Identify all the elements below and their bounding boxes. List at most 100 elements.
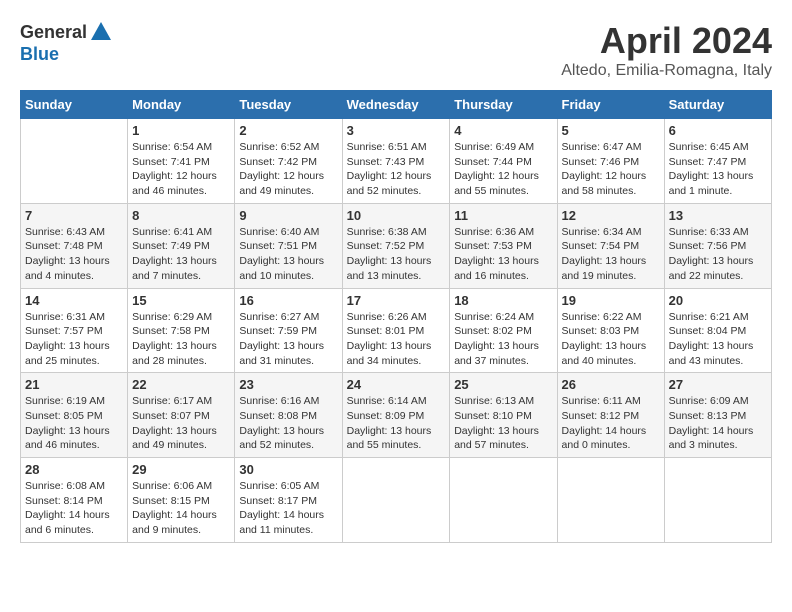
day-number: 15 <box>132 293 230 308</box>
day-info: Sunrise: 6:34 AM Sunset: 7:54 PM Dayligh… <box>562 225 660 284</box>
day-number: 20 <box>669 293 767 308</box>
calendar-day-cell: 10Sunrise: 6:38 AM Sunset: 7:52 PM Dayli… <box>342 203 450 288</box>
calendar-day-cell: 3Sunrise: 6:51 AM Sunset: 7:43 PM Daylig… <box>342 119 450 204</box>
calendar-day-cell: 2Sunrise: 6:52 AM Sunset: 7:42 PM Daylig… <box>235 119 342 204</box>
day-info: Sunrise: 6:49 AM Sunset: 7:44 PM Dayligh… <box>454 140 552 199</box>
calendar-day-cell: 13 Sunrise: 6:33 AM Sunset: 7:56 PM Dayli… <box>664 203 771 288</box>
day-number: 8 <box>132 208 230 223</box>
day-info: Sunrise: 6:06 AM Sunset: 8:15 PM Dayligh… <box>132 479 230 538</box>
calendar-week-row: 21 Sunrise: 6:19 AM Sunset: 8:05 PM Dayli… <box>21 373 772 458</box>
day-info: Sunrise: 6:43 AM Sunset: 7:48 PM Dayligh… <box>25 225 123 284</box>
day-info: Sunrise: 6:22 AM Sunset: 8:03 PM Dayligh… <box>562 310 660 369</box>
logo: General Blue <box>20 20 113 65</box>
calendar-day-cell: 14 Sunrise: 6:31 AM Sunset: 7:57 PM Dayli… <box>21 288 128 373</box>
calendar-week-row: 28Sunrise: 6:08 AM Sunset: 8:14 PM Dayli… <box>21 458 772 543</box>
day-number: 7 <box>25 208 123 223</box>
calendar-table: SundayMondayTuesdayWednesdayThursdayFrid… <box>20 90 772 543</box>
calendar-day-cell: 21 Sunrise: 6:19 AM Sunset: 8:05 PM Dayli… <box>21 373 128 458</box>
day-number: 6 <box>669 123 767 138</box>
calendar-day-cell: 15 Sunrise: 6:29 AM Sunset: 7:58 PM Dayli… <box>128 288 235 373</box>
day-number: 21 <box>25 377 123 392</box>
day-number: 13 <box>669 208 767 223</box>
day-info: Sunrise: 6:41 AM Sunset: 7:49 PM Dayligh… <box>132 225 230 284</box>
calendar-day-cell: 20 Sunrise: 6:21 AM Sunset: 8:04 PM Dayli… <box>664 288 771 373</box>
month-title: April 2024 <box>561 20 772 62</box>
calendar-day-cell: 19 Sunrise: 6:22 AM Sunset: 8:03 PM Dayli… <box>557 288 664 373</box>
day-info: Sunrise: 6:21 AM Sunset: 8:04 PM Dayligh… <box>669 310 767 369</box>
calendar-day-cell: 11 Sunrise: 6:36 AM Sunset: 7:53 PM Dayli… <box>450 203 557 288</box>
day-info: Sunrise: 6:09 AM Sunset: 8:13 PM Dayligh… <box>669 394 767 453</box>
day-info: Sunrise: 6:14 AM Sunset: 8:09 PM Dayligh… <box>347 394 446 453</box>
calendar-day-cell: 25 Sunrise: 6:13 AM Sunset: 8:10 PM Dayli… <box>450 373 557 458</box>
calendar-day-cell <box>557 458 664 543</box>
weekday-header: Monday <box>128 91 235 119</box>
day-info: Sunrise: 6:51 AM Sunset: 7:43 PM Dayligh… <box>347 140 446 199</box>
calendar-day-cell: 29Sunrise: 6:06 AM Sunset: 8:15 PM Dayli… <box>128 458 235 543</box>
day-info: Sunrise: 6:33 AM Sunset: 7:56 PM Dayligh… <box>669 225 767 284</box>
calendar-day-cell: 18 Sunrise: 6:24 AM Sunset: 8:02 PM Dayli… <box>450 288 557 373</box>
calendar-day-cell: 27 Sunrise: 6:09 AM Sunset: 8:13 PM Dayli… <box>664 373 771 458</box>
calendar-day-cell: 9 Sunrise: 6:40 AM Sunset: 7:51 PM Daylig… <box>235 203 342 288</box>
day-info: Sunrise: 6:36 AM Sunset: 7:53 PM Dayligh… <box>454 225 552 284</box>
day-number: 10 <box>347 208 446 223</box>
day-info: Sunrise: 6:54 AM Sunset: 7:41 PM Dayligh… <box>132 140 230 199</box>
logo-blue-text: Blue <box>20 44 59 65</box>
calendar-day-cell: 22Sunrise: 6:17 AM Sunset: 8:07 PM Dayli… <box>128 373 235 458</box>
day-number: 19 <box>562 293 660 308</box>
day-info: Sunrise: 6:27 AM Sunset: 7:59 PM Dayligh… <box>239 310 337 369</box>
calendar-day-cell <box>342 458 450 543</box>
day-info: Sunrise: 6:45 AM Sunset: 7:47 PM Dayligh… <box>669 140 767 199</box>
calendar-day-cell: 24 Sunrise: 6:14 AM Sunset: 8:09 PM Dayli… <box>342 373 450 458</box>
day-number: 5 <box>562 123 660 138</box>
day-info: Sunrise: 6:47 AM Sunset: 7:46 PM Dayligh… <box>562 140 660 199</box>
day-number: 23 <box>239 377 337 392</box>
day-number: 24 <box>347 377 446 392</box>
weekday-header: Sunday <box>21 91 128 119</box>
calendar-day-cell <box>21 119 128 204</box>
calendar-day-cell: 4 Sunrise: 6:49 AM Sunset: 7:44 PM Daylig… <box>450 119 557 204</box>
page-header: General Blue April 2024 Altedo, Emilia-R… <box>20 20 772 80</box>
day-number: 9 <box>239 208 337 223</box>
calendar-day-cell: 17Sunrise: 6:26 AM Sunset: 8:01 PM Dayli… <box>342 288 450 373</box>
day-number: 26 <box>562 377 660 392</box>
calendar-day-cell <box>450 458 557 543</box>
calendar-day-cell: 7 Sunrise: 6:43 AM Sunset: 7:48 PM Daylig… <box>21 203 128 288</box>
day-number: 14 <box>25 293 123 308</box>
calendar-week-row: 1Sunrise: 6:54 AM Sunset: 7:41 PM Daylig… <box>21 119 772 204</box>
day-info: Sunrise: 6:52 AM Sunset: 7:42 PM Dayligh… <box>239 140 337 199</box>
calendar-day-cell <box>664 458 771 543</box>
calendar-day-cell: 30Sunrise: 6:05 AM Sunset: 8:17 PM Dayli… <box>235 458 342 543</box>
weekday-header: Wednesday <box>342 91 450 119</box>
calendar-day-cell: 12 Sunrise: 6:34 AM Sunset: 7:54 PM Dayli… <box>557 203 664 288</box>
day-number: 12 <box>562 208 660 223</box>
day-number: 17 <box>347 293 446 308</box>
calendar-week-row: 14 Sunrise: 6:31 AM Sunset: 7:57 PM Dayli… <box>21 288 772 373</box>
weekday-header: Friday <box>557 91 664 119</box>
day-info: Sunrise: 6:16 AM Sunset: 8:08 PM Dayligh… <box>239 394 337 453</box>
day-info: Sunrise: 6:17 AM Sunset: 8:07 PM Dayligh… <box>132 394 230 453</box>
calendar-week-row: 7 Sunrise: 6:43 AM Sunset: 7:48 PM Daylig… <box>21 203 772 288</box>
day-number: 25 <box>454 377 552 392</box>
day-number: 16 <box>239 293 337 308</box>
day-info: Sunrise: 6:29 AM Sunset: 7:58 PM Dayligh… <box>132 310 230 369</box>
day-info: Sunrise: 6:24 AM Sunset: 8:02 PM Dayligh… <box>454 310 552 369</box>
logo-icon <box>89 20 113 44</box>
day-number: 18 <box>454 293 552 308</box>
day-number: 11 <box>454 208 552 223</box>
day-info: Sunrise: 6:40 AM Sunset: 7:51 PM Dayligh… <box>239 225 337 284</box>
logo-general-text: General <box>20 22 87 43</box>
day-info: Sunrise: 6:11 AM Sunset: 8:12 PM Dayligh… <box>562 394 660 453</box>
weekday-header: Saturday <box>664 91 771 119</box>
calendar-day-cell: 6 Sunrise: 6:45 AM Sunset: 7:47 PM Daylig… <box>664 119 771 204</box>
day-info: Sunrise: 6:13 AM Sunset: 8:10 PM Dayligh… <box>454 394 552 453</box>
day-info: Sunrise: 6:31 AM Sunset: 7:57 PM Dayligh… <box>25 310 123 369</box>
day-number: 4 <box>454 123 552 138</box>
day-number: 27 <box>669 377 767 392</box>
calendar-header-row: SundayMondayTuesdayWednesdayThursdayFrid… <box>21 91 772 119</box>
weekday-header: Thursday <box>450 91 557 119</box>
day-info: Sunrise: 6:19 AM Sunset: 8:05 PM Dayligh… <box>25 394 123 453</box>
weekday-header: Tuesday <box>235 91 342 119</box>
day-info: Sunrise: 6:08 AM Sunset: 8:14 PM Dayligh… <box>25 479 123 538</box>
location-subtitle: Altedo, Emilia-Romagna, Italy <box>561 62 772 80</box>
title-section: April 2024 Altedo, Emilia-Romagna, Italy <box>561 20 772 80</box>
